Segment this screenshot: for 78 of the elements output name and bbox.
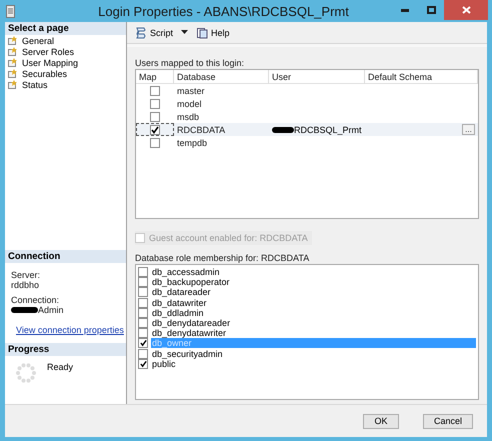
role-item[interactable]: public bbox=[151, 358, 476, 369]
role-checkbox[interactable] bbox=[138, 328, 148, 338]
browse-button[interactable]: ... bbox=[462, 124, 475, 135]
connection-label: Connection: bbox=[11, 295, 60, 305]
server-label: Server: bbox=[11, 270, 42, 280]
role-checkbox[interactable] bbox=[138, 348, 148, 359]
map-checkbox[interactable] bbox=[150, 124, 160, 134]
column-header: Default Schema bbox=[365, 70, 478, 84]
close-icon bbox=[462, 6, 470, 14]
section-header: Progress bbox=[5, 343, 126, 356]
spinner-icon bbox=[15, 362, 37, 384]
role-checkbox[interactable] bbox=[138, 338, 148, 348]
grid-row[interactable]: tempdb bbox=[136, 136, 478, 149]
page-icon bbox=[8, 80, 18, 89]
role-item[interactable]: db_securityadmin bbox=[151, 348, 476, 359]
map-checkbox[interactable] bbox=[150, 86, 160, 96]
role-checkbox[interactable] bbox=[138, 287, 148, 298]
help-icon bbox=[196, 26, 208, 38]
role-checkbox[interactable] bbox=[138, 308, 148, 318]
role-item[interactable]: db_ddladmin bbox=[151, 308, 476, 318]
role-item[interactable]: db_datareader bbox=[151, 287, 476, 298]
map-checkbox[interactable] bbox=[150, 112, 160, 122]
close-button[interactable] bbox=[444, 0, 488, 20]
roles-label: Database role membership for: RDCBDATA bbox=[135, 253, 310, 264]
toolbar-button[interactable]: Help bbox=[194, 26, 232, 40]
guest-label: Guest account enabled for: RDCBDATA bbox=[149, 233, 308, 243]
section-header: Connection bbox=[5, 250, 126, 263]
role-item[interactable]: db_denydatawriter bbox=[151, 328, 476, 338]
map-checkbox[interactable] bbox=[150, 98, 160, 108]
role-checkbox[interactable] bbox=[138, 298, 148, 308]
role-item[interactable]: db_datawriter bbox=[151, 298, 476, 308]
section-header: Select a page bbox=[5, 22, 126, 35]
dialog-button[interactable]: Cancel bbox=[423, 414, 473, 428]
grid-row[interactable]: model bbox=[136, 97, 478, 110]
role-checkbox[interactable] bbox=[138, 267, 148, 278]
grid-row[interactable]: master bbox=[136, 84, 478, 97]
column-header: User bbox=[269, 70, 365, 84]
page-item[interactable]: Status bbox=[8, 79, 123, 90]
server-name: rddbho bbox=[11, 280, 40, 290]
connection-user: Admin bbox=[38, 305, 64, 315]
grid-row[interactable]: msdb bbox=[136, 110, 478, 123]
grid-row[interactable]: RDCBDATA RDCBSQL_Prmt ... bbox=[136, 123, 478, 136]
toolbar-button[interactable]: Script bbox=[133, 26, 176, 40]
maximize-icon bbox=[426, 6, 436, 14]
progress-status: Ready bbox=[47, 362, 74, 374]
role-checkbox[interactable] bbox=[138, 277, 148, 288]
dialog-button[interactable]: OK bbox=[363, 414, 399, 428]
database-cell-text: master bbox=[176, 86, 206, 96]
script-icon bbox=[135, 26, 147, 38]
redaction-mark bbox=[11, 307, 38, 313]
page-item[interactable]: Securables bbox=[8, 68, 123, 79]
redaction-mark bbox=[272, 126, 294, 132]
column-header: Map bbox=[136, 70, 174, 84]
page-icon bbox=[8, 69, 18, 78]
caret-icon[interactable] bbox=[181, 30, 188, 35]
role-checkbox[interactable] bbox=[138, 358, 148, 369]
window-title: Login Properties - ABANS\RDCBSQL_Prmt bbox=[97, 4, 350, 18]
database-cell-text: model bbox=[176, 98, 203, 108]
map-checkbox[interactable] bbox=[150, 138, 160, 148]
role-checkbox[interactable] bbox=[138, 318, 148, 328]
role-item[interactable]: db_denydatareader bbox=[151, 318, 476, 328]
page-item[interactable]: User Mapping bbox=[8, 57, 123, 68]
database-cell-text: RDCBDATA bbox=[176, 124, 226, 134]
page-item[interactable]: General bbox=[8, 35, 123, 46]
app-icon bbox=[6, 4, 15, 18]
grid-label: Users mapped to this login: bbox=[135, 58, 246, 69]
page-icon bbox=[8, 47, 18, 56]
minimize-icon bbox=[401, 8, 409, 12]
page-item[interactable]: Server Roles bbox=[8, 46, 123, 57]
page-icon bbox=[8, 36, 18, 45]
database-cell-text: tempdb bbox=[176, 138, 208, 148]
user-cell: RDCBSQL_Prmt bbox=[294, 124, 362, 134]
view-connection-properties-link[interactable]: View connection properties bbox=[16, 324, 124, 334]
column-header: Database bbox=[174, 70, 269, 84]
database-cell-text: msdb bbox=[176, 112, 200, 122]
role-item[interactable]: db_backupoperator bbox=[151, 277, 476, 288]
role-item[interactable]: db_accessadmin bbox=[151, 267, 476, 278]
page-icon bbox=[8, 58, 18, 67]
